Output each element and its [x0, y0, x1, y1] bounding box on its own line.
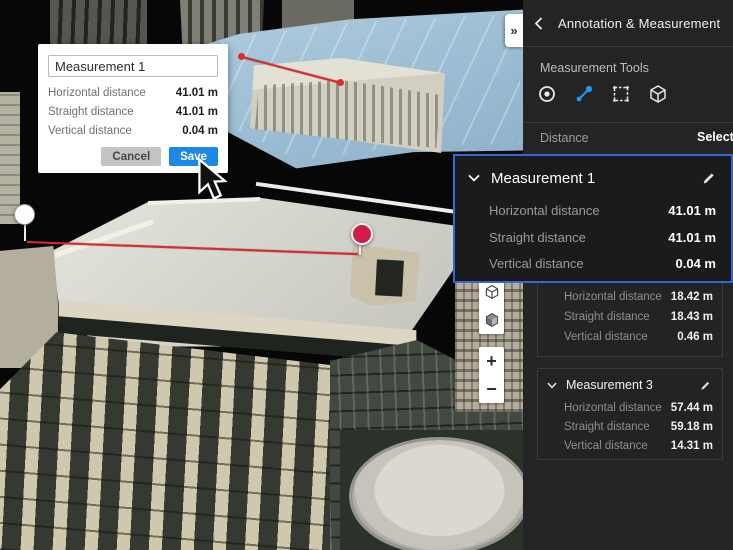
- chevron-left-icon: [534, 17, 543, 30]
- point-tool-icon: [537, 84, 557, 104]
- view-mode-buttons: [479, 278, 504, 334]
- zoom-in-button[interactable]: +: [479, 347, 504, 375]
- cube-solid-button[interactable]: [479, 306, 504, 334]
- chevron-down-icon[interactable]: [468, 174, 480, 182]
- popup-row-label: Horizontal distance: [48, 87, 146, 99]
- measurement-3-title: Measurement 3: [566, 378, 698, 392]
- cube-outline-icon: [484, 284, 500, 300]
- measurement-row: Vertical distance 0.04 m: [489, 256, 716, 274]
- popup-row-label: Straight distance: [48, 106, 134, 118]
- measurement-row: Straight distance 18.43 m: [564, 311, 713, 325]
- measurement-row: Vertical distance 14.31 m: [564, 440, 713, 454]
- cube-solid-icon: [484, 312, 500, 328]
- circular-structure: [352, 440, 523, 550]
- select-all-button[interactable]: Select All: [697, 128, 733, 146]
- pencil-icon: [702, 171, 716, 185]
- distance-tool-icon: [574, 84, 594, 104]
- popup-row-value: 41.01 m: [176, 87, 218, 99]
- measurement-3-card[interactable]: Measurement 3 Horizontal distance 57.44 …: [537, 368, 723, 460]
- row-label: Vertical distance: [564, 440, 648, 454]
- measurement-3-header: Measurement 3: [547, 376, 713, 394]
- row-value: 0.04 m: [676, 256, 716, 274]
- app-window: » + −: [0, 0, 733, 550]
- popup-row: Vertical distance 0.04 m: [48, 122, 218, 139]
- measurement-row: Horizontal distance 41.01 m: [489, 203, 716, 221]
- map-3d-view[interactable]: » + −: [0, 0, 523, 550]
- distance-section-header: Distance Select All: [523, 123, 733, 152]
- building-facade: [0, 330, 332, 550]
- measurement-start-pin[interactable]: [14, 204, 35, 225]
- sidebar-collapse-button[interactable]: »: [505, 14, 523, 47]
- measurement-row: Horizontal distance 57.44 m: [564, 402, 713, 416]
- panel-header: Annotation & Measurement: [523, 0, 733, 47]
- measurement-popup: Horizontal distance 41.01 m Straight dis…: [38, 44, 228, 173]
- row-label: Vertical distance: [489, 256, 584, 274]
- measurement-tools-label: Measurement Tools: [540, 61, 649, 75]
- point-tool-button[interactable]: [536, 83, 558, 105]
- panel-title: Annotation & Measurement: [558, 16, 720, 31]
- pin-stem: [359, 244, 361, 255]
- distance-label: Distance: [540, 131, 589, 145]
- volume-tool-button[interactable]: [647, 83, 669, 105]
- measurement-name-input[interactable]: [48, 55, 218, 77]
- popup-row-label: Vertical distance: [48, 125, 132, 137]
- row-label: Straight distance: [489, 230, 586, 248]
- measurement-point[interactable]: [238, 53, 245, 60]
- area-tool-button[interactable]: [610, 83, 632, 105]
- row-label: Horizontal distance: [489, 203, 600, 221]
- measurement-row: Horizontal distance 18.42 m: [564, 291, 713, 305]
- building-block: [0, 92, 20, 224]
- row-value: 18.42 m: [671, 291, 713, 305]
- popup-row-value: 41.01 m: [176, 106, 218, 118]
- measurement-end-pin[interactable]: [351, 223, 373, 245]
- selected-measurement-title: Measurement 1: [491, 170, 700, 187]
- row-value: 14.31 m: [671, 440, 713, 454]
- back-button[interactable]: [530, 13, 547, 34]
- row-label: Vertical distance: [564, 331, 648, 345]
- row-label: Horizontal distance: [564, 402, 662, 416]
- row-value: 18.43 m: [671, 311, 713, 325]
- distance-tool-button[interactable]: [573, 83, 595, 105]
- popup-row: Straight distance 41.01 m: [48, 103, 218, 120]
- pin-stem: [24, 224, 26, 241]
- selected-measurement-header: Measurement 1: [468, 167, 718, 189]
- measurement-row: Vertical distance 0.46 m: [564, 331, 713, 345]
- zoom-out-button[interactable]: −: [479, 375, 504, 403]
- measurement-row: Straight distance 59.18 m: [564, 421, 713, 435]
- area-tool-icon: [611, 84, 631, 104]
- measurement-tools: [536, 83, 669, 105]
- mouse-cursor: [198, 158, 232, 202]
- row-label: Horizontal distance: [564, 291, 662, 305]
- row-value: 41.01 m: [668, 203, 716, 221]
- popup-row-value: 0.04 m: [182, 125, 218, 137]
- popup-buttons: Cancel Save: [48, 147, 218, 166]
- row-label: Straight distance: [564, 311, 650, 325]
- selected-measurement-panel[interactable]: Measurement 1 Horizontal distance 41.01 …: [453, 154, 733, 283]
- row-value: 59.18 m: [671, 421, 713, 435]
- row-label: Straight distance: [564, 421, 650, 435]
- zoom-controls: + −: [479, 347, 504, 403]
- volume-tool-icon: [648, 84, 668, 104]
- edit-measurement-button[interactable]: [700, 169, 718, 187]
- row-value: 41.01 m: [668, 230, 716, 248]
- rooftop-door: [375, 259, 404, 296]
- row-value: 57.44 m: [671, 402, 713, 416]
- popup-row: Horizontal distance 41.01 m: [48, 84, 218, 101]
- measurement-row: Straight distance 41.01 m: [489, 230, 716, 248]
- cancel-button[interactable]: Cancel: [101, 147, 161, 166]
- row-value: 0.46 m: [677, 331, 713, 345]
- edit-measurement-button[interactable]: [698, 378, 713, 393]
- pencil-icon: [700, 380, 711, 391]
- chevron-down-icon[interactable]: [547, 382, 557, 389]
- measurement-point[interactable]: [337, 79, 344, 86]
